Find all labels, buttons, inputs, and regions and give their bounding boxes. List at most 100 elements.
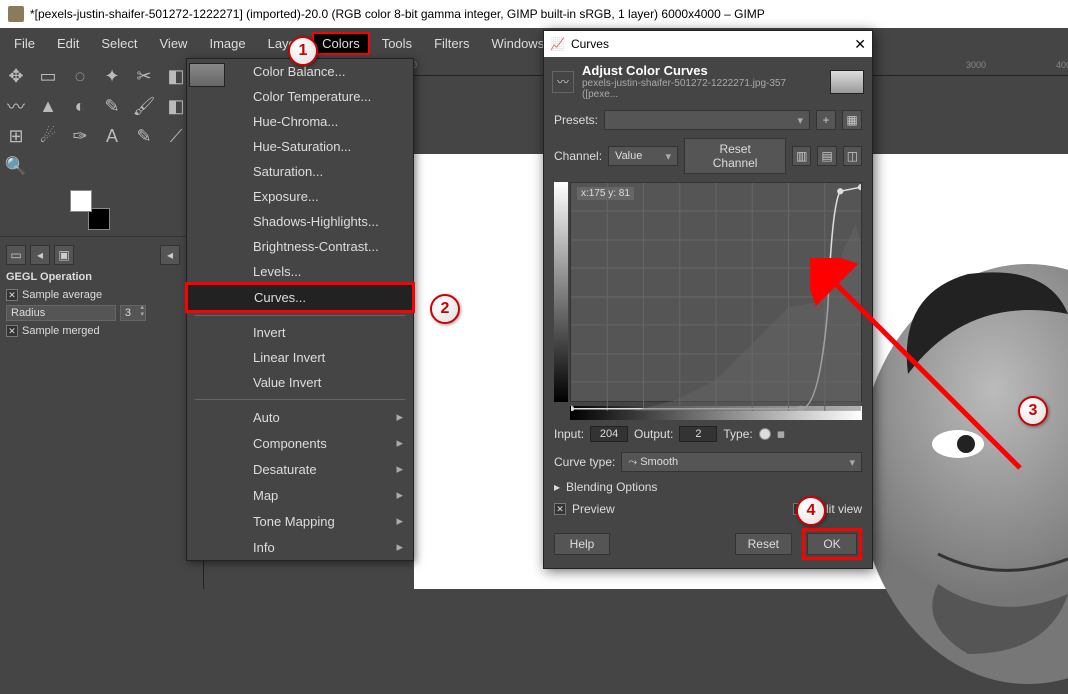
ok-button[interactable]: OK [807,533,857,555]
menu-file[interactable]: File [4,32,45,55]
submenu-arrow-icon: ▸ [396,409,403,425]
menu-item-desaturate[interactable]: Desaturate▸ [187,456,413,482]
tool-grid: ✥ ▭ ◌ ✦ ✂ ◧ 〰 ▲ ◐ ✎ 🖌 ◧ ⊞ ☄ ✑ A ✎ ⟋ 🔍 [0,58,186,184]
menu-item-saturation[interactable]: Saturation... [187,159,413,184]
menu-image[interactable]: Image [199,32,255,55]
menu-tools[interactable]: Tools [372,32,422,55]
bucket-tool-icon[interactable]: ▲ [34,92,62,120]
pencil-tool-icon[interactable]: ✎ [98,92,126,120]
menu-item-tone-mapping[interactable]: Tone Mapping▸ [187,508,413,534]
menu-item-value-invert[interactable]: Value Invert [187,370,413,395]
gradient-tool-icon[interactable]: ◐ [66,92,94,120]
smudge-tool-icon[interactable]: ☄ [34,122,62,150]
lasso-tool-icon[interactable]: ◌ [66,62,94,90]
menu-item-hue-chroma[interactable]: Hue-Chroma... [187,109,413,134]
brush-tool-icon[interactable]: 🖌 [130,92,158,120]
sample-average-checkbox[interactable]: ✕ [6,289,18,301]
picker-tool-icon[interactable]: ✎ [130,122,158,150]
input-value[interactable]: 204 [590,426,628,442]
window-title: *[pexels-justin-shaifer-501272-1222271] … [30,7,765,21]
input-label: Input: [554,427,584,441]
menu-item-info[interactable]: Info▸ [187,534,413,560]
menu-item-map[interactable]: Map▸ [187,482,413,508]
fg-bg-color-swatch[interactable] [70,190,110,230]
menu-item-linear-invert[interactable]: Linear Invert [187,345,413,370]
histogram-linear-icon[interactable]: ▥ [792,146,811,166]
preset-menu-icon[interactable]: ▦ [842,110,862,130]
dialog-subtitle: pexels-justin-shaifer-501272-1222271.jpg… [582,78,822,100]
colors-menu-dropdown: Color Balance...Color Temperature...Hue-… [186,58,414,561]
dock-menu-icon[interactable]: ◂ [30,245,50,265]
ruler-mark: 4000 [1056,60,1068,70]
clone-tool-icon[interactable]: ⊞ [2,122,30,150]
sample-merged-checkbox[interactable]: ✕ [6,325,18,337]
dialog-titlebar[interactable]: 📈 Curves ✕ [544,31,872,57]
reset-button[interactable]: Reset [735,533,792,555]
point-type-smooth-radio[interactable] [759,428,771,440]
menu-item-exposure[interactable]: Exposure... [187,184,413,209]
submenu-arrow-icon: ▸ [396,435,403,451]
workspace: 01000200030004000 ✥ ▭ ◌ ✦ ✂ ◧ 〰 ▲ ◐ [0,58,1068,589]
annotation-arrow [810,258,1040,488]
radius-spinner[interactable]: 3 [120,305,146,321]
reset-channel-button[interactable]: Reset Channel [684,138,786,174]
dock-tab-icon[interactable]: ▭ [6,245,26,265]
menu-item-levels[interactable]: Levels... [187,259,413,284]
preset-add-icon[interactable]: + [816,110,836,130]
menu-separator [195,399,405,400]
menu-item-components[interactable]: Components▸ [187,430,413,456]
channel-combo[interactable]: Value [608,146,678,166]
presets-combo[interactable] [604,110,810,130]
toolbox-panel: ✥ ▭ ◌ ✦ ✂ ◧ 〰 ▲ ◐ ✎ 🖌 ◧ ⊞ ☄ ✑ A ✎ ⟋ 🔍 [0,58,186,343]
tool-options-header: GEGL Operation [6,267,180,287]
zoom-tool-icon[interactable]: 🔍 [2,152,30,180]
menu-item-color-temperature[interactable]: Color Temperature... [187,84,413,109]
fg-color-swatch[interactable] [70,190,92,212]
histogram-log-icon[interactable]: ▤ [817,146,836,166]
dialog-header: 〰 Adjust Color Curves pexels-justin-shai… [544,57,872,106]
menu-item-hue-saturation[interactable]: Hue-Saturation... [187,134,413,159]
help-button[interactable]: Help [554,533,610,555]
curves-icon: 📈 [550,37,565,51]
blending-options-label[interactable]: Blending Options [566,480,657,494]
menu-item-auto[interactable]: Auto▸ [187,404,413,430]
blending-expander-icon[interactable]: ▸ [554,480,560,494]
menubar: FileEditSelectViewImageLayerColorsToolsF… [0,28,1068,58]
preview-checkbox[interactable]: ✕ [554,503,566,515]
submenu-arrow-icon: ▸ [396,461,403,477]
menu-view[interactable]: View [150,32,198,55]
menu-colors[interactable]: Colors [312,32,370,55]
warp-tool-icon[interactable]: 〰 [2,92,30,120]
fuzzy-select-tool-icon[interactable]: ✦ [98,62,126,90]
text-tool-icon[interactable]: A [98,122,126,150]
close-icon[interactable]: ✕ [854,36,866,53]
output-value[interactable]: 2 [679,426,717,442]
radius-field-label [6,305,116,321]
histogram-perc-icon[interactable]: ◫ [843,146,862,166]
move-tool-icon[interactable]: ✥ [2,62,30,90]
menu-edit[interactable]: Edit [47,32,89,55]
crop-tool-icon[interactable]: ✂ [130,62,158,90]
submenu-arrow-icon: ▸ [396,513,403,529]
menu-item-invert[interactable]: Invert [187,320,413,345]
channel-label: Channel: [554,149,602,163]
dock-image-icon[interactable]: ▣ [54,245,74,265]
menu-item-curves[interactable]: Curves... [185,282,415,313]
menu-filters[interactable]: Filters [424,32,479,55]
point-type-label: Type: [723,427,752,441]
output-gradient [554,182,568,402]
annotation-4: 4 [796,496,826,526]
select-rect-tool-icon[interactable]: ▭ [34,62,62,90]
ruler-mark: 3000 [966,60,986,70]
tool-options-panel: ▭ ◂ ▣ ◂ GEGL Operation ✕ Sample average … [0,239,186,343]
point-type-corner-icon[interactable]: ◆ [773,426,789,442]
dock-menu-arrow-icon[interactable]: ◂ [160,245,180,265]
path-tool-icon[interactable]: ✑ [66,122,94,150]
curvetype-label: Curve type: [554,455,615,469]
menu-separator [195,315,405,316]
menu-item-shadows-highlights[interactable]: Shadows-Highlights... [187,209,413,234]
curves-header-icon: 〰 [552,71,574,93]
menu-select[interactable]: Select [91,32,147,55]
submenu-arrow-icon: ▸ [396,539,403,555]
menu-item-brightness-contrast[interactable]: Brightness-Contrast... [187,234,413,259]
